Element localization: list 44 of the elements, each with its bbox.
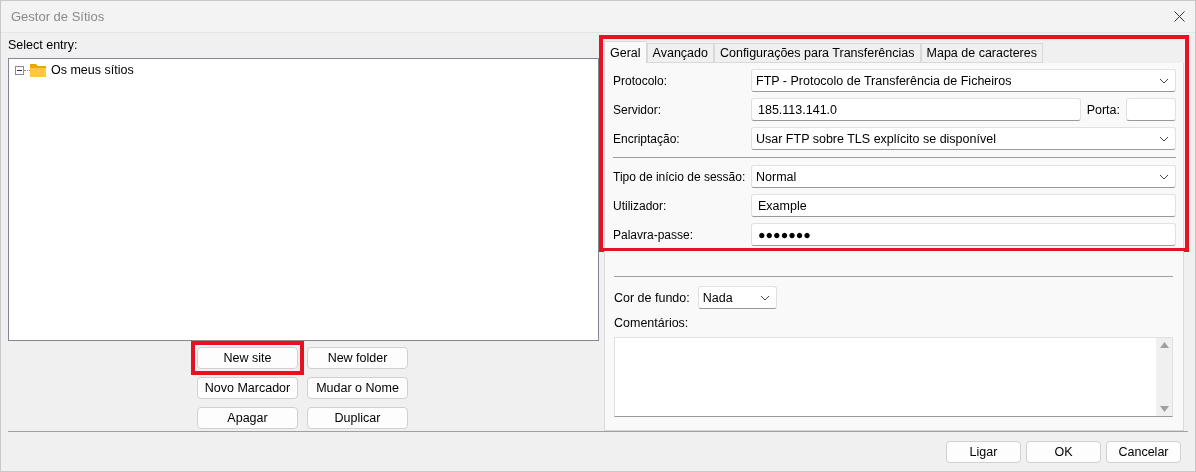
input-field[interactable]: 185.113.141.0 — [751, 98, 1081, 121]
input-field[interactable]: ●●●●●●● — [751, 223, 1176, 246]
site-button[interactable]: Mudar o Nome — [307, 377, 408, 399]
tree-label: Select entry: — [8, 38, 79, 52]
dialog-button[interactable]: Ligar — [946, 440, 1021, 463]
dropdown-caret-icon — [1159, 173, 1169, 180]
site-button[interactable]: New folder — [307, 347, 408, 369]
dialog-button[interactable]: OK — [1026, 440, 1101, 463]
tab[interactable]: Geral — [604, 41, 647, 63]
window-title: Gestor de Sítios — [11, 9, 105, 24]
dropdown[interactable]: Normal — [751, 165, 1176, 188]
tree-item[interactable]: Os meus sítios — [51, 63, 134, 77]
field-label: Porta: — [1086, 102, 1120, 117]
field-label: Tipo de início de sessão: — [613, 169, 747, 184]
close-icon[interactable] — [1174, 11, 1185, 22]
field-label: Cor de fundo: — [614, 290, 690, 305]
site-button[interactable]: Novo Marcador — [197, 377, 298, 399]
scroll-up-icon[interactable] — [1159, 342, 1169, 348]
site-button[interactable]: New site — [197, 347, 298, 369]
field-label: Comentários: — [614, 316, 690, 330]
field-label: Encriptação: — [613, 131, 681, 146]
dropdown[interactable]: FTP - Protocolo de Transferência de Ficheiros — [751, 69, 1176, 92]
tab[interactable]: Configurações para Transferências — [713, 43, 921, 63]
site-button[interactable]: Duplicar — [307, 407, 408, 429]
site-button[interactable]: Apagar — [197, 407, 298, 429]
tab[interactable]: Mapa de caracteres — [920, 43, 1043, 63]
dropdown-caret-icon — [1159, 135, 1169, 142]
folder-icon — [30, 63, 46, 77]
dropdown[interactable]: Usar FTP sobre TLS explícito se disponível — [751, 127, 1176, 150]
scroll-down-icon[interactable] — [1159, 406, 1169, 412]
collapse-icon[interactable] — [15, 65, 24, 75]
scrollbar[interactable] — [1156, 338, 1172, 416]
dialog-button[interactable]: Cancelar — [1106, 440, 1181, 463]
tab[interactable]: Avançado — [646, 43, 714, 63]
field-label: Servidor: — [613, 102, 663, 117]
port-field[interactable] — [1126, 98, 1176, 121]
dropdown[interactable]: Nada — [697, 286, 777, 309]
field-label: Protocolo: — [613, 73, 669, 88]
field-label: Palavra-passe: — [613, 227, 695, 242]
input-field[interactable]: Example — [751, 194, 1176, 217]
dropdown-caret-icon — [759, 294, 770, 301]
comments-field[interactable] — [614, 337, 1173, 417]
field-label: Utilizador: — [613, 198, 668, 213]
dropdown-caret-icon — [1159, 77, 1169, 84]
